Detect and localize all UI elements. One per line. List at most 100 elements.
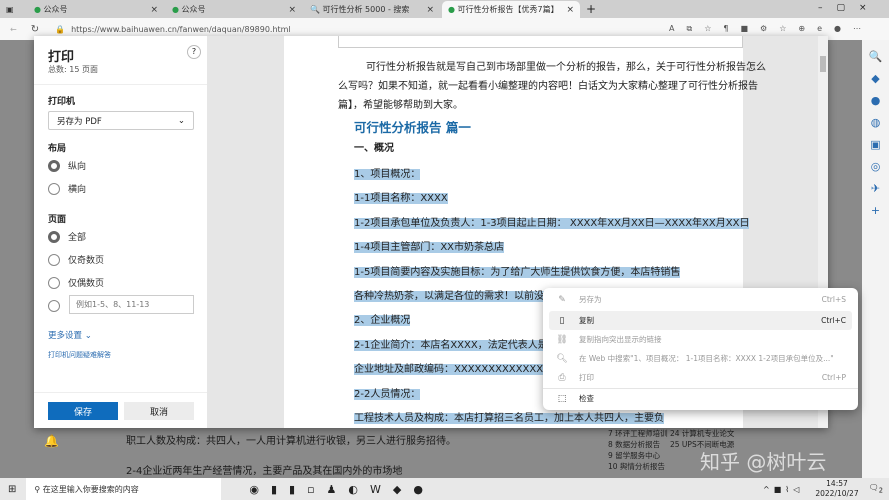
text-line: 1-5项目简要内容及实施目标：为了给广大师生提供饮食方便，本店特销售	[354, 266, 681, 278]
radio-all-pages[interactable]: 全部	[48, 230, 86, 243]
tab-1[interactable]: ● 公众号 ×	[28, 1, 164, 18]
search-icon: 🔍︎	[556, 353, 568, 364]
sidebar-app-icons[interactable]: 🔍 ◆ ● ◍ ▣ ◎ ✈ +	[862, 40, 889, 222]
notification-icon[interactable]: 🗨2	[869, 483, 883, 495]
window-controls[interactable]: –▢×	[818, 3, 881, 13]
more-settings-link[interactable]: 更多设置 ⌄	[48, 329, 92, 341]
start-icon[interactable]: ⊞	[8, 484, 16, 495]
page-header-table	[338, 36, 743, 48]
shortcut: Ctrl+C	[821, 316, 846, 325]
tab-3[interactable]: 🔍 可行性分析 5000 - 搜索 ×	[304, 1, 440, 18]
shortcut: Ctrl+S	[821, 295, 846, 304]
print-icon: ⎙	[558, 372, 566, 383]
tab-label: 公众号	[181, 5, 206, 14]
lock-icon: 🔒	[55, 24, 66, 34]
menu-label: 复制	[579, 316, 594, 325]
troubleshoot-link[interactable]: 打印机问题疑难解答	[48, 350, 111, 360]
link-label: 更多设置	[48, 331, 83, 341]
new-tab-button[interactable]: +	[586, 2, 596, 16]
url-field[interactable]: https://www.baihuawen.cn/fanwen/daquan/8…	[71, 25, 291, 34]
tray-icons[interactable]: ^■⌇◁	[763, 485, 803, 494]
text-line: 工程技术人员及构成：本店打算招三名员工，加上本人共四人，主要负	[354, 413, 664, 425]
menu-item-copy[interactable]: ▯ 复制 Ctrl+C	[549, 311, 852, 330]
shortcut: Ctrl+P	[821, 373, 846, 382]
tab-label: 可行性分析报告【优秀7篇】	[457, 5, 559, 14]
text-line: 2、企业概况	[354, 315, 411, 327]
custom-pages-input[interactable]	[69, 295, 194, 314]
menu-item-web-search[interactable]: 🔍︎ 在 Web 中搜索"1、项目概况： 1-1项目名称：XXXX 1-2项目承包…	[549, 349, 852, 368]
watermark: 知乎 @树叶云	[700, 450, 827, 474]
close-icon[interactable]: ×	[426, 5, 434, 15]
close-icon[interactable]: ×	[288, 5, 296, 15]
text-line: 2-2人员情况：	[354, 388, 421, 400]
taskbar: ⊞ ⚲ 在这里输入你要搜索的内容 ◉▮▮▫♟◐W◆● ^■⌇◁ 14:57 202…	[0, 478, 889, 500]
printer-value: 另存为 PDF	[57, 116, 102, 127]
subheading: 一、概况	[354, 143, 394, 154]
intro-line: 可行性分析报告就是写自己到市场部里做一个分析的报告，那么，关于可行性分析报告怎么	[366, 62, 766, 73]
menu-item-save-as[interactable]: ✎ 另存为 Ctrl+S	[549, 290, 852, 309]
tab-4-active[interactable]: ● 可行性分析报告【优秀7篇】 ×	[442, 1, 580, 18]
clock[interactable]: 14:57 2022/10/27	[815, 479, 858, 499]
text-line: 各种冷热奶茶，以满足各位的需求！以前没有中	[354, 291, 564, 303]
context-menu: ✎ 另存为 Ctrl+S ▯ 复制 Ctrl+C ⛓ 复制指向突出显示的链接 🔍︎ 在 We…	[543, 288, 858, 410]
tab-actions-icon[interactable]: ▣	[0, 1, 18, 18]
back-icon[interactable]: ←	[10, 25, 17, 34]
chevron-down-icon: ⌄	[177, 115, 185, 126]
pages-label: 页面	[48, 215, 67, 225]
refresh-icon[interactable]: ↻	[31, 24, 39, 35]
text-line: 1-2项目承包单位及负责人：1-3项目起止日期： XXXX年XX月XX日—XXX…	[354, 217, 750, 229]
radio-even-pages[interactable]: 仅偶数页	[48, 276, 104, 289]
menu-label: 检查	[579, 394, 594, 403]
close-icon[interactable]: ×	[150, 5, 158, 15]
text-line: 2-1企业简介：本店名XXXX，法定代表人是XX	[354, 339, 562, 351]
radio-label: 仅奇数页	[68, 256, 105, 266]
intro-line: 么写吗？如果不知道，就一起看看小编整理的内容吧！白话文为大家精心整理了可行性分析…	[338, 81, 758, 92]
text-line: 企业地址及邮政编码：XXXXXXXXXXXXXXXX	[354, 364, 564, 376]
edge-sidebar: 🔍 ◆ ● ◍ ▣ ◎ ✈ +	[862, 40, 889, 478]
pinned-app-icons[interactable]: ◉▮▮▫♟◐W◆●	[249, 483, 435, 496]
text-line: 1、项目概况：	[354, 169, 421, 180]
menu-item-inspect[interactable]: ⬚ 检查	[549, 389, 852, 408]
intro-line: 篇】，希望能够帮助到大家。	[338, 100, 463, 111]
text-line: 1-1项目名称：XXXX	[354, 193, 448, 205]
menu-label: 复制指向突出显示的链接	[579, 335, 662, 344]
notification-bell-icon[interactable]: 🔔	[44, 434, 59, 448]
radio-label: 横向	[68, 185, 87, 195]
divider	[34, 392, 207, 393]
radio-label: 全部	[68, 233, 87, 243]
menu-label: 打印	[579, 373, 594, 382]
save-icon: ✎	[558, 294, 566, 305]
close-icon[interactable]: ×	[566, 5, 574, 15]
cancel-button[interactable]: 取消	[124, 402, 194, 420]
taskbar-search[interactable]: ⚲ 在这里输入你要搜索的内容	[26, 478, 222, 500]
intro-paragraph: 可行性分析报告就是写自己到市场部里做一个分析的报告，那么，关于可行性分析报告怎么…	[338, 58, 766, 115]
radio-label: 仅偶数页	[68, 279, 105, 289]
list-item[interactable]: 8 数据分析报告	[608, 439, 670, 450]
menu-label: 在 Web 中搜索"1、项目概况： 1-1项目名称：XXXX 1-2项目承包单位…	[579, 354, 834, 363]
tab-2[interactable]: ● 公众号 ×	[166, 1, 302, 18]
notification-count: 2	[878, 486, 883, 495]
printer-select[interactable]: 另存为 PDF ⌄	[48, 111, 194, 130]
text-line: 1-4项目主管部门：XX市奶茶总店	[354, 242, 505, 254]
save-button[interactable]: 保存	[48, 402, 118, 420]
copy-icon: ▯	[559, 315, 565, 326]
help-button[interactable]: ?	[187, 45, 201, 59]
radio-portrait[interactable]: 纵向	[48, 159, 86, 172]
date: 2022/10/27	[815, 489, 859, 498]
toolbar-icons[interactable]: A⧉☆¶■⚙☆⊕e●⋯	[669, 24, 873, 34]
menu-label: 另存为	[579, 295, 602, 304]
bg-line: 职工人数及构成：共四人，一人用计算机进行收银，另三人进行服务招待。	[126, 436, 456, 447]
inspect-icon: ⬚	[557, 393, 567, 404]
background-article: 职工人数及构成：共四人，一人用计算机进行收银，另三人进行服务招待。 2-4企业近…	[126, 428, 456, 477]
radio-custom-pages[interactable]	[48, 300, 68, 312]
print-settings-panel: 打印 总数: 15 页面 ? 打印机 另存为 PDF ⌄ 布局 纵向 横向 页面 …	[34, 36, 207, 428]
menu-item-copy-link[interactable]: ⛓ 复制指向突出显示的链接	[549, 330, 852, 349]
radio-landscape[interactable]: 横向	[48, 182, 86, 195]
layout-label: 布局	[48, 144, 67, 154]
radio-label: 纵向	[68, 162, 87, 172]
print-title: 打印	[48, 50, 75, 65]
tab-bar: ▣ ● 公众号 × ● 公众号 × 🔍 可行性分析 5000 - 搜索 × ● 可行性…	[0, 0, 889, 18]
bg-line: 2-4企业近两年生产经营情况，主要产品及其在国内外的市场地	[126, 466, 403, 477]
menu-item-print[interactable]: ⎙ 打印 Ctrl+P	[549, 368, 852, 387]
radio-odd-pages[interactable]: 仅奇数页	[48, 253, 104, 266]
